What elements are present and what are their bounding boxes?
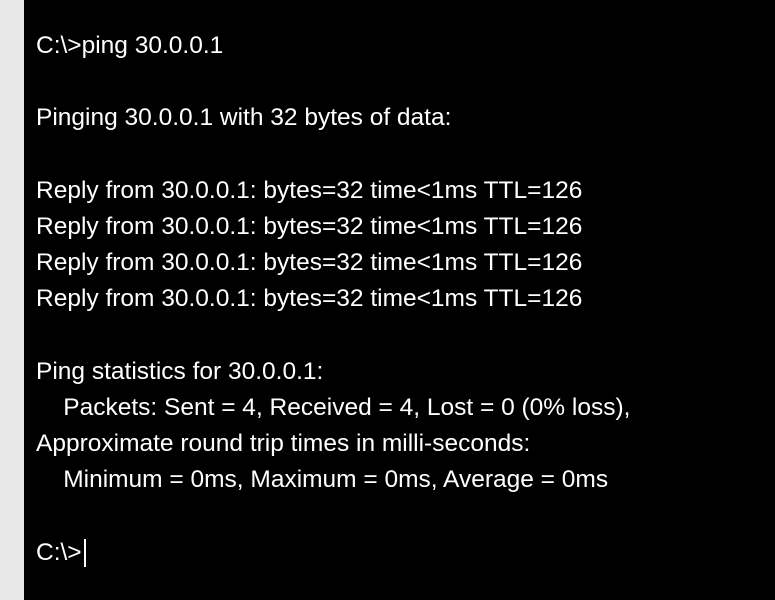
- terminal-line: Reply from 30.0.0.1: bytes=32 time<1ms T…: [36, 176, 583, 204]
- terminal-line: Minimum = 0ms, Maximum = 0ms, Average = …: [36, 466, 609, 494]
- window-left-border: [0, 0, 24, 600]
- terminal-line: Reply from 30.0.0.1: bytes=32 time<1ms T…: [36, 249, 583, 277]
- terminal-line: Packets: Sent = 4, Received = 4, Lost = …: [36, 393, 631, 421]
- command-input-line[interactable]: C:\>: [36, 535, 775, 571]
- text-cursor: [83, 538, 86, 567]
- terminal-line: C:\>ping 30.0.0.1: [36, 32, 224, 59]
- terminal-output[interactable]: C:\>ping 30.0.0.1 Pinging 30.0.0.1 with …: [24, 0, 775, 600]
- terminal-line: Reply from 30.0.0.1: bytes=32 time<1ms T…: [36, 285, 583, 313]
- command-prompt: C:\>: [36, 538, 82, 566]
- terminal-line: Ping statistics for 30.0.0.1:: [36, 357, 324, 385]
- command-prompt-window: C:\>ping 30.0.0.1 Pinging 30.0.0.1 with …: [0, 0, 775, 600]
- terminal-line: Pinging 30.0.0.1 with 32 bytes of data:: [36, 104, 452, 132]
- terminal-line: Reply from 30.0.0.1: bytes=32 time<1ms T…: [36, 212, 583, 240]
- terminal-line: Approximate round trip times in milli-se…: [36, 430, 531, 458]
